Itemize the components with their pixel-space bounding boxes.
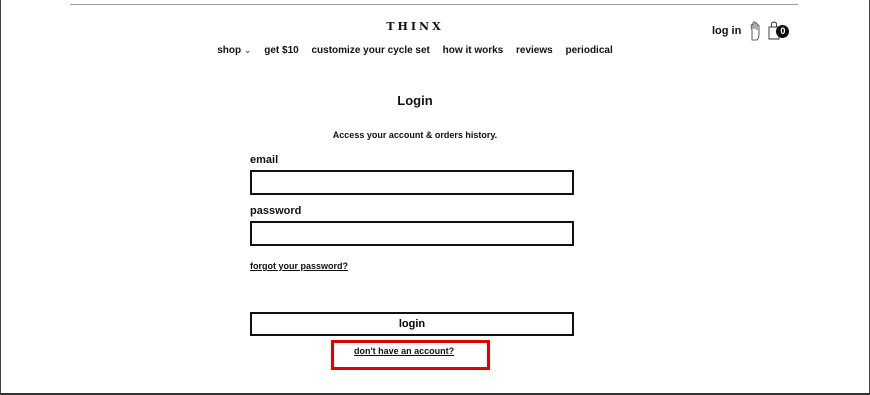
highlight-annotation-box <box>331 340 490 370</box>
header-top-divider <box>70 4 798 5</box>
email-label: email <box>250 154 279 166</box>
forgot-password-link[interactable]: forgot your password? <box>250 261 348 271</box>
chevron-down-icon: ⌄ <box>243 45 252 55</box>
nav-item-reviews[interactable]: reviews <box>516 45 553 56</box>
nav-item-how-it-works[interactable]: how it works <box>443 45 504 56</box>
login-button[interactable]: login <box>250 312 574 336</box>
page-subtitle: Access your account & orders history. <box>332 130 498 140</box>
main-nav: shop ⌄ get $10 customize your cycle set … <box>0 45 830 56</box>
nav-item-customize-cycle-set[interactable]: customize your cycle set <box>312 45 430 56</box>
header-account-area: log in 0 <box>712 20 793 42</box>
nav-item-shop[interactable]: shop ⌄ <box>217 45 251 56</box>
hand-icon[interactable] <box>749 21 761 41</box>
nav-item-get-10[interactable]: get $10 <box>264 45 298 56</box>
nav-item-periodical[interactable]: periodical <box>566 45 613 56</box>
email-field[interactable] <box>250 170 574 195</box>
header-login-link[interactable]: log in <box>712 25 741 37</box>
nav-item-shop-label: shop <box>217 45 242 56</box>
page-title: Login <box>397 93 433 108</box>
thinx-logo[interactable]: THINX <box>0 20 830 33</box>
password-field[interactable] <box>250 221 574 246</box>
cart-count-badge: 0 <box>776 25 790 38</box>
cart-button[interactable]: 0 <box>767 20 793 42</box>
password-label: password <box>250 205 302 217</box>
